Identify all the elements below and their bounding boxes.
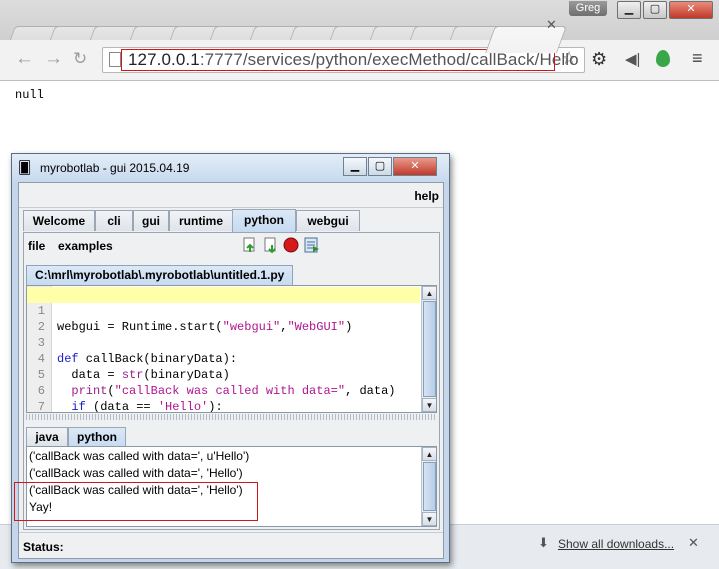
forward-arrow-icon[interactable]: → [44,49,63,69]
scroll-thumb[interactable] [423,462,436,511]
swing-close-button[interactable]: ✕ [393,157,437,176]
tab-strip [0,12,567,53]
show-all-downloads-link[interactable]: Show all downloads... [558,537,674,551]
status-divider [19,532,443,533]
window-close-button[interactable]: ✕ [669,1,713,19]
swing-maximize-button[interactable]: ▢ [368,157,392,176]
code-line[interactable]: 5 print("callBack was called with data="… [27,351,420,398]
reload-icon[interactable]: ↻ [73,49,87,69]
app-icon: 🂠 [18,160,32,175]
download-file-icon[interactable] [263,237,279,253]
download-icon: ⬇ [538,535,549,550]
status-label: Status: [23,540,64,554]
window-title: myrobotlab - gui 2015.04.19 [40,161,190,175]
upload-file-icon[interactable] [242,237,258,253]
code-line[interactable]: 6 if (data == 'Hello'): [27,367,420,412]
scroll-up-arrow-icon[interactable]: ▲ [422,286,436,300]
tab-webgui[interactable]: webgui [296,210,360,231]
stop-icon[interactable] [283,237,299,253]
menu-icon[interactable]: ≡ [692,48,703,69]
menu-help[interactable]: help [414,189,439,203]
console-line: ('callBack was called with data=', 'Hell… [29,466,243,480]
menu-examples[interactable]: examples [58,239,113,253]
back-arrow-icon[interactable]: ← [15,49,34,69]
scroll-down-arrow-icon[interactable]: ▼ [422,398,436,412]
tab-close-icon[interactable]: ✕ [546,18,557,32]
python-menubar: file examples [24,233,439,259]
code-editor[interactable]: 1 webgui = Runtime.start("webgui","WebGU… [26,285,437,413]
browser-titlebar: ✕ Greg ▁ ▢ ✕ [0,0,719,53]
swing-minimize-button[interactable]: ▁ [343,157,367,176]
editor-scrollbar[interactable]: ▲ ▼ [421,286,436,412]
console-highlight-box [14,482,258,521]
code-line[interactable]: 8 [27,399,420,412]
myrobotlab-titlebar[interactable]: 🂠 myrobotlab - gui 2015.04.19 ▁ ▢ ✕ [12,154,449,182]
code-line[interactable]: 1 webgui = Runtime.start("webgui","WebGU… [27,287,420,334]
editor-file-tab[interactable]: C:\mrl\myrobotlab\.myrobotlab\untitled.1… [26,265,294,285]
split-pane-divider[interactable] [26,414,435,420]
page-icon [109,52,121,67]
menubar-divider [19,207,443,208]
tab-java-console[interactable]: java [26,427,68,446]
code-line[interactable]: 2 [27,303,420,334]
page-content: null [15,88,44,102]
scroll-thumb[interactable] [423,301,436,397]
user-profile-chip[interactable]: Greg [569,1,607,16]
menu-file[interactable]: file [28,239,45,253]
window-minimize-button[interactable]: ▁ [617,1,641,19]
console-scrollbar[interactable]: ▲ ▼ [421,447,436,526]
code-line[interactable]: 7 print('Yay!') [27,383,420,412]
tab-welcome[interactable]: Welcome [23,210,95,231]
scroll-down-arrow-icon[interactable]: ▼ [422,512,436,526]
tab-gui[interactable]: gui [133,210,169,231]
tab-runtime[interactable]: runtime [169,210,233,231]
tab-python-console[interactable]: python [68,427,126,446]
close-icon[interactable]: ✕ [688,535,699,551]
leaf-extension-icon[interactable] [656,50,670,67]
console-line: ('callBack was called with data=', u'Hel… [29,449,250,463]
cast-icon[interactable]: ◀| [625,50,640,68]
gear-icon[interactable]: ⚙ [591,49,607,70]
tab-cli[interactable]: cli [95,210,133,231]
execute-script-icon[interactable] [304,237,320,253]
code-line[interactable]: 4 data = str(binaryData) [27,335,420,382]
window-maximize-button[interactable]: ▢ [643,1,667,19]
tab-python[interactable]: python [232,209,296,232]
code-line[interactable]: 3 def callBack(binaryData): [27,319,420,366]
scroll-up-arrow-icon[interactable]: ▲ [422,447,436,461]
